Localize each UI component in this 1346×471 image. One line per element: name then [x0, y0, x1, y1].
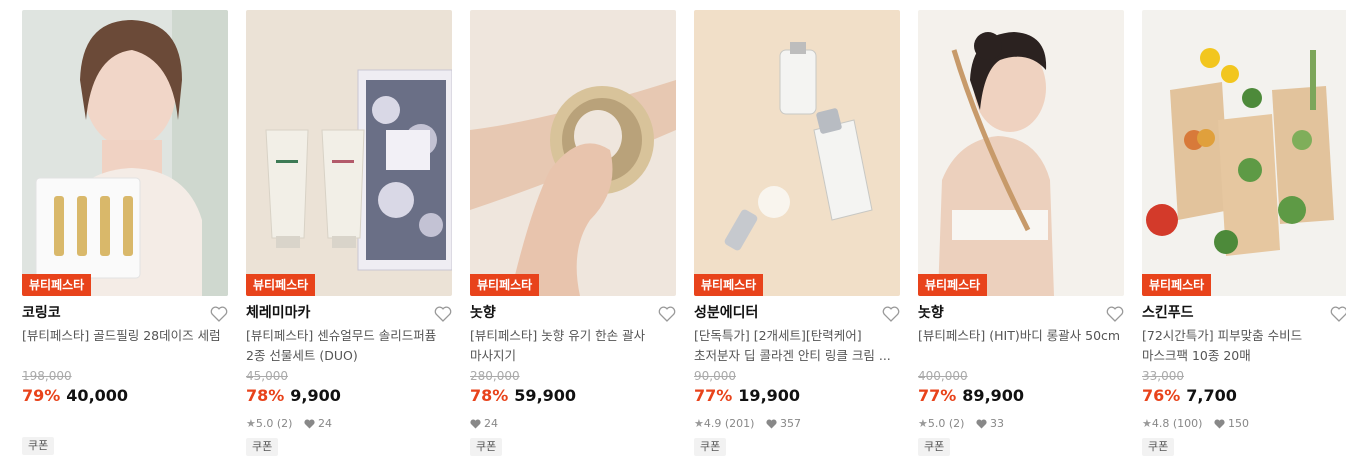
- discount-rate: 78%: [246, 386, 285, 405]
- coupon-tag: 쿠폰: [246, 438, 279, 456]
- wishlist-heart-icon[interactable]: [1330, 306, 1346, 322]
- product-card[interactable]: 뷰티페스타 놋향 [뷰티페스타] (HIT)바디 롱괄사 50cm 400,00…: [918, 10, 1124, 456]
- promo-badge: 뷰티페스타: [22, 274, 92, 296]
- likes-heart-icon: [304, 419, 315, 429]
- product-photo-perfume-tubes: [246, 10, 452, 296]
- promo-badge: 뷰티페스타: [470, 274, 540, 296]
- product-image[interactable]: 뷰티페스타: [470, 10, 676, 296]
- likes-heart-icon: [976, 419, 987, 429]
- product-card[interactable]: 뷰티페스타 성분에디터 [단독특가] [2개세트][탄력케어] 초저분자 딥 콜…: [694, 10, 900, 456]
- brand-name[interactable]: 놋향: [918, 300, 1124, 326]
- coupon-tag: 쿠폰: [1142, 438, 1175, 456]
- likes-heart-icon: [1214, 419, 1225, 429]
- sale-price: 59,900: [514, 386, 577, 405]
- wishlist-heart-icon[interactable]: [1106, 306, 1124, 322]
- product-image[interactable]: 뷰티페스타: [918, 10, 1124, 296]
- product-meta: [22, 414, 228, 434]
- review-count: (2): [948, 417, 965, 430]
- product-card[interactable]: 뷰티페스타 코링코 [뷰티페스타] 골드필링 28데이즈 세럼 198,000 …: [22, 10, 228, 455]
- product-card[interactable]: 뷰티페스타 스킨푸드 [72시간특가] 피부맞춤 수비드 마스크팩 10종 20…: [1142, 10, 1346, 456]
- original-price: 33,000: [1142, 369, 1184, 383]
- wishlist-heart-icon[interactable]: [210, 306, 228, 322]
- coupon-tag: 쿠폰: [470, 438, 503, 456]
- original-price: 280,000: [470, 369, 520, 383]
- wishlist-heart-icon[interactable]: [434, 306, 452, 322]
- product-image[interactable]: 뷰티페스타: [1142, 10, 1346, 296]
- original-price: 198,000: [22, 369, 72, 383]
- coupon-tag: 쿠폰: [22, 437, 55, 455]
- product-image[interactable]: 뷰티페스타: [22, 10, 228, 296]
- wishlist-heart-icon[interactable]: [882, 306, 900, 322]
- product-card[interactable]: 뷰티페스타 체레미마카 [뷰티페스타] 센슈얼무드 솔리드퍼퓸 2종 선물세트 …: [246, 10, 452, 456]
- product-title[interactable]: [72시간특가] 피부맞춤 수비드 마스크팩 10종 20매: [1142, 326, 1346, 366]
- product-meta: 24: [470, 414, 676, 434]
- sale-price: 19,900: [738, 386, 801, 405]
- product-meta: ★4.8 (100) 150: [1142, 414, 1346, 434]
- brand-name[interactable]: 놋향: [470, 300, 676, 326]
- sale-price: 40,000: [66, 386, 129, 405]
- brand-name[interactable]: 성분에디터: [694, 300, 900, 326]
- sale-price: 9,900: [290, 386, 341, 405]
- product-photo-brass-massager: [470, 10, 676, 296]
- original-price: 90,000: [694, 369, 736, 383]
- brand-name[interactable]: 스킨푸드: [1142, 300, 1346, 326]
- likes-count: 33: [989, 417, 1004, 430]
- star-icon: ★: [1142, 417, 1152, 430]
- product-image[interactable]: 뷰티페스타: [694, 10, 900, 296]
- discount-rate: 77%: [694, 386, 733, 405]
- product-meta: ★5.0 (2) 24: [246, 414, 452, 434]
- original-price: 400,000: [918, 369, 968, 383]
- wishlist-heart-icon[interactable]: [658, 306, 676, 322]
- discount-rate: 77%: [918, 386, 957, 405]
- original-price: 45,000: [246, 369, 288, 383]
- promo-badge: 뷰티페스타: [1142, 274, 1212, 296]
- likes-heart-icon: [470, 419, 481, 429]
- rating-value: 4.9: [703, 417, 722, 430]
- coupon-tag: 쿠폰: [918, 438, 951, 456]
- product-meta: ★5.0 (2) 33: [918, 414, 1124, 434]
- discount-rate: 79%: [22, 386, 61, 405]
- product-photo-collagen-bottles: [694, 10, 900, 296]
- promo-badge: 뷰티페스타: [246, 274, 316, 296]
- promo-badge: 뷰티페스타: [918, 274, 988, 296]
- product-grid: 뷰티페스타 코링코 [뷰티페스타] 골드필링 28데이즈 세럼 198,000 …: [0, 0, 1346, 471]
- coupon-tag: 쿠폰: [694, 438, 727, 456]
- likes-count: 150: [1227, 417, 1249, 430]
- promo-badge: 뷰티페스타: [694, 274, 764, 296]
- product-photo-mask-packs: [1142, 10, 1346, 296]
- rating-value: 4.8: [1151, 417, 1170, 430]
- product-title[interactable]: [뷰티페스타] 골드필링 28데이즈 세럼: [22, 326, 228, 366]
- likes-count: 24: [317, 417, 332, 430]
- brand-name[interactable]: 체레미마카: [246, 300, 452, 326]
- review-count: (201): [724, 417, 755, 430]
- sale-price: 7,700: [1186, 386, 1237, 405]
- product-title[interactable]: [단독특가] [2개세트][탄력케어] 초저분자 딥 콜라겐 안티 링클 크림 …: [694, 326, 900, 366]
- likes-count: 357: [779, 417, 801, 430]
- product-photo-model-serum: [22, 10, 228, 296]
- star-icon: ★: [694, 417, 704, 430]
- star-icon: ★: [246, 417, 256, 430]
- rating-value: 5.0: [255, 417, 274, 430]
- likes-heart-icon: [766, 419, 777, 429]
- product-meta: ★4.9 (201) 357: [694, 414, 900, 434]
- rating-value: 5.0: [927, 417, 946, 430]
- review-count: (100): [1172, 417, 1203, 430]
- product-title[interactable]: [뷰티페스타] 센슈얼무드 솔리드퍼퓸 2종 선물세트 (DUO): [246, 326, 452, 366]
- product-title[interactable]: [뷰티페스타] 놋향 유기 한손 괄사 마사지기: [470, 326, 676, 366]
- product-image[interactable]: 뷰티페스타: [246, 10, 452, 296]
- product-card[interactable]: 뷰티페스타 놋향 [뷰티페스타] 놋향 유기 한손 괄사 마사지기 280,00…: [470, 10, 676, 456]
- sale-price: 89,900: [962, 386, 1025, 405]
- review-count: (2): [276, 417, 293, 430]
- star-icon: ★: [918, 417, 928, 430]
- brand-name[interactable]: 코링코: [22, 300, 228, 326]
- discount-rate: 78%: [470, 386, 509, 405]
- likes-count: 24: [484, 417, 498, 430]
- product-title[interactable]: [뷰티페스타] (HIT)바디 롱괄사 50cm: [918, 326, 1124, 366]
- discount-rate: 76%: [1142, 386, 1181, 405]
- product-photo-body-gua-sha: [918, 10, 1124, 296]
